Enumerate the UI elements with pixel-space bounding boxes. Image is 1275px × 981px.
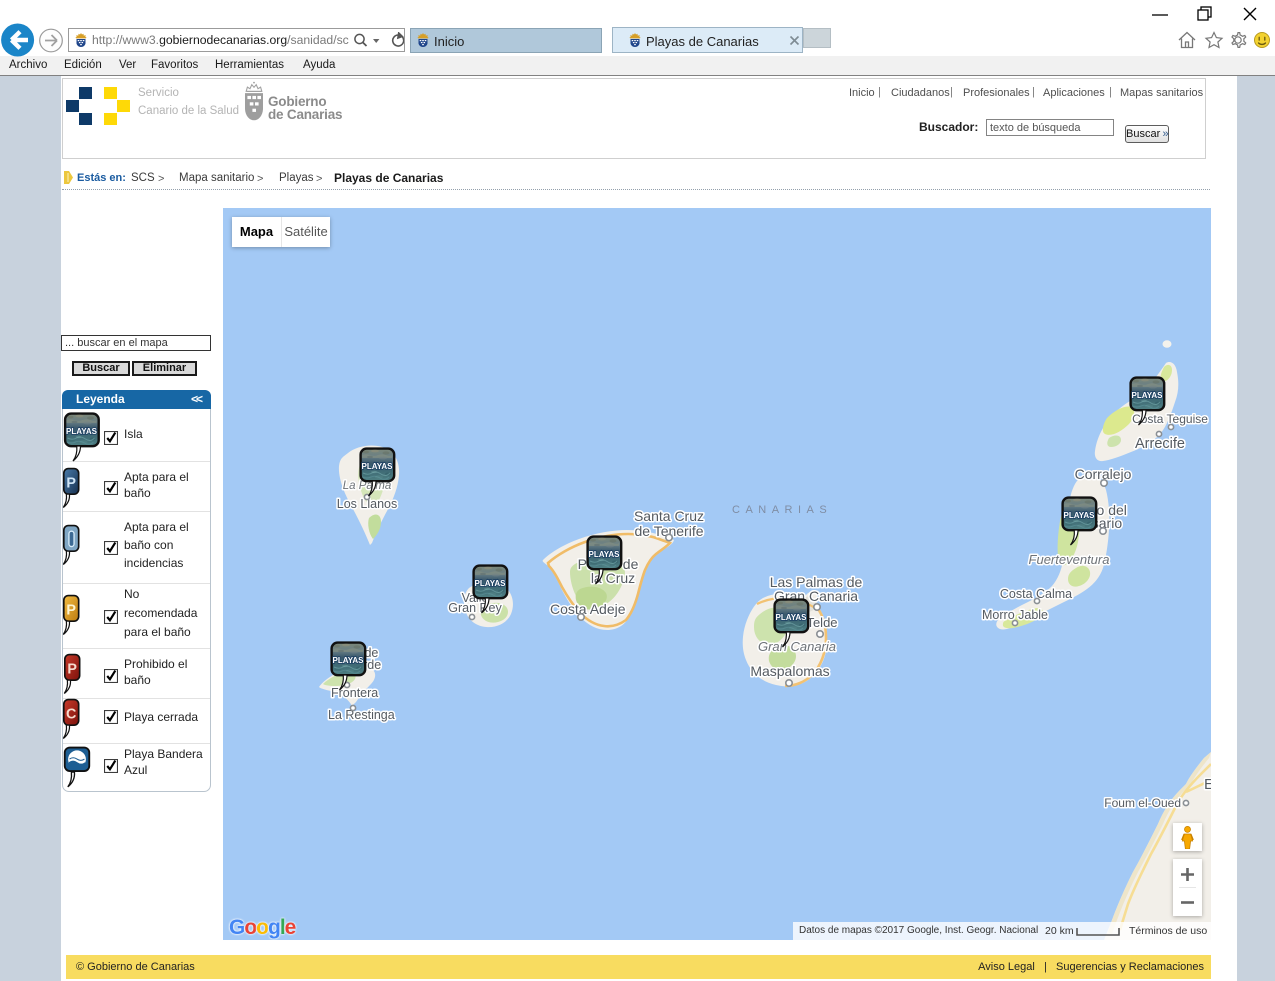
svg-text:Frontera: Frontera xyxy=(331,686,378,700)
svg-text:Gran Rey: Gran Rey xyxy=(448,601,502,615)
svg-text:P: P xyxy=(67,661,77,677)
svg-text:Foum el-Oued: Foum el-Oued xyxy=(1104,796,1181,810)
svg-text:Costa Adeje: Costa Adeje xyxy=(550,601,626,617)
svg-text:Telde: Telde xyxy=(806,615,837,630)
svg-text:Maspalomas: Maspalomas xyxy=(750,663,829,679)
svg-text:P: P xyxy=(66,602,76,618)
svg-text:Fuerteventura: Fuerteventura xyxy=(1029,552,1110,567)
svg-text:CANARIAS: CANARIAS xyxy=(732,504,832,516)
svg-text:C: C xyxy=(66,706,76,722)
svg-text:Arrecife: Arrecife xyxy=(1135,436,1185,452)
svg-text:Gran Canaria: Gran Canaria xyxy=(758,639,836,654)
svg-text:La Restinga: La Restinga xyxy=(328,708,395,722)
svg-text:Santa Cruz: Santa Cruz xyxy=(634,508,704,524)
svg-text:El A: El A xyxy=(1204,776,1211,793)
svg-text:la Cruz: la Cruz xyxy=(591,570,635,586)
